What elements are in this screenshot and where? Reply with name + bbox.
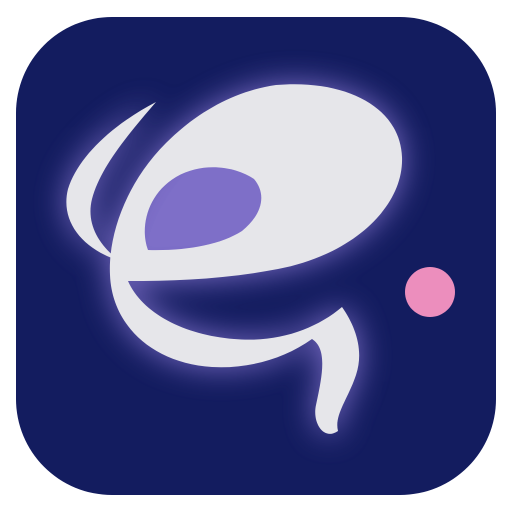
pink-dot — [405, 267, 455, 317]
e-logo-icon — [16, 17, 496, 495]
canvas — [0, 0, 512, 512]
app-icon[interactable] — [16, 17, 496, 495]
